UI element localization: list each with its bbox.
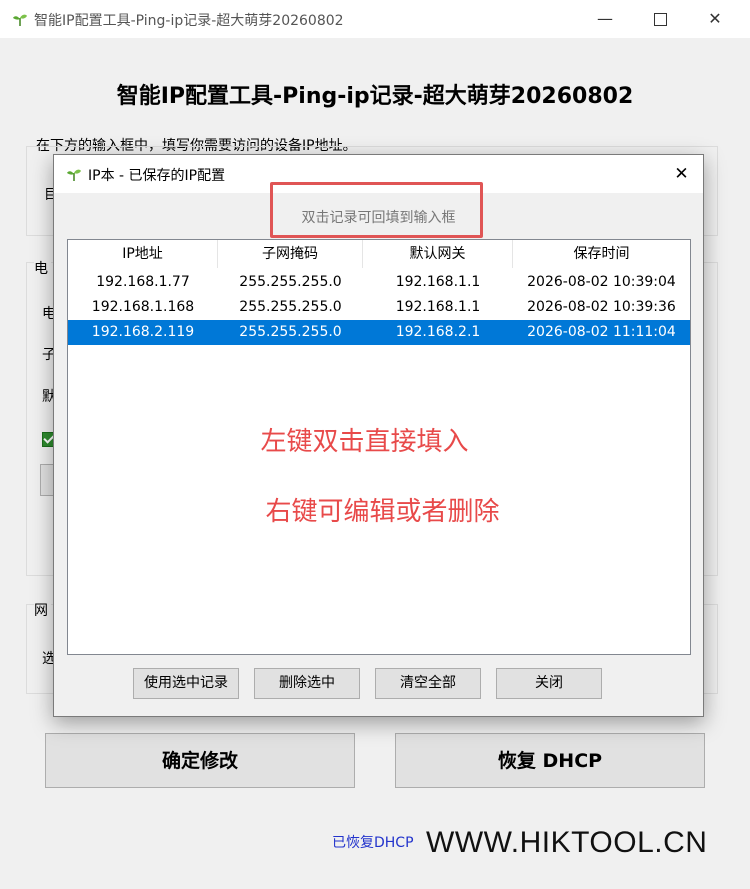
- status-text: 已恢复DHCP: [332, 835, 414, 851]
- ip-cell: 192.168.1.168: [91, 299, 195, 315]
- table-row[interactable]: 192.168.1.77 255.255.255.0 192.168.1.1 2…: [68, 270, 690, 295]
- subnet-cell: 255.255.255.0: [239, 299, 342, 315]
- sprout-icon: [67, 169, 81, 181]
- saved-ip-dialog: IP本 - 已保存的IP配置 ✕ 双击记录可回填到输入框 IP地址 子网掩码 默…: [53, 154, 704, 717]
- gateway-cell: 192.168.1.1: [395, 274, 481, 290]
- column-header[interactable]: 子网掩码: [218, 240, 363, 268]
- close-dialog-button[interactable]: 关闭: [496, 668, 602, 699]
- subnet-cell: 255.255.255.0: [239, 274, 342, 290]
- adapter-group-label: 网: [34, 600, 51, 620]
- sprout-icon: [13, 14, 27, 26]
- dialog-close-button[interactable]: ✕: [660, 155, 703, 193]
- highlight-box: [270, 182, 483, 238]
- time-cell: 2026-08-02 11:11:04: [527, 324, 676, 340]
- ip-cell: 192.168.2.119: [91, 324, 195, 340]
- column-header[interactable]: 保存时间: [513, 240, 690, 268]
- list-header: IP地址 子网掩码 默认网关 保存时间: [68, 240, 690, 268]
- table-row[interactable]: 192.168.1.168 255.255.255.0 192.168.1.1 …: [68, 295, 690, 320]
- clear-all-button[interactable]: 清空全部: [375, 668, 481, 699]
- pc-group-label: 电: [34, 258, 51, 278]
- annotation-right-click: 右键可编辑或者删除: [265, 497, 500, 527]
- use-selected-button[interactable]: 使用选中记录: [133, 668, 239, 699]
- ip-cell: 192.168.1.77: [96, 274, 190, 290]
- column-header[interactable]: IP地址: [68, 240, 218, 268]
- gateway-cell: 192.168.2.1: [395, 324, 481, 340]
- window-title: 智能IP配置工具-Ping-ip记录-超大萌芽20260802: [34, 13, 344, 29]
- main-titlebar: 智能IP配置工具-Ping-ip记录-超大萌芽20260802 — ✕: [0, 0, 750, 38]
- delete-selected-button[interactable]: 删除选中: [254, 668, 360, 699]
- page-title: 智能IP配置工具-Ping-ip记录-超大萌芽20260802: [116, 84, 634, 109]
- maximize-icon: [653, 13, 667, 26]
- gateway-cell: 192.168.1.1: [395, 299, 481, 315]
- maximize-button[interactable]: [637, 0, 683, 38]
- subnet-cell: 255.255.255.0: [239, 324, 342, 340]
- dialog-title: IP本 - 已保存的IP配置: [88, 168, 226, 184]
- close-button[interactable]: ✕: [692, 0, 738, 38]
- watermark: WWW.HIKTOOL.CN: [426, 826, 708, 859]
- annotation-left-click: 左键双击直接填入: [260, 427, 469, 457]
- restore-dhcp-button[interactable]: 恢复 DHCP: [395, 733, 705, 788]
- column-header[interactable]: 默认网关: [363, 240, 513, 268]
- confirm-button[interactable]: 确定修改: [45, 733, 355, 788]
- minimize-button[interactable]: —: [582, 0, 628, 38]
- time-cell: 2026-08-02 10:39:04: [527, 274, 676, 290]
- time-cell: 2026-08-02 10:39:36: [527, 299, 676, 315]
- table-row-selected[interactable]: 192.168.2.119 255.255.255.0 192.168.2.1 …: [68, 320, 690, 345]
